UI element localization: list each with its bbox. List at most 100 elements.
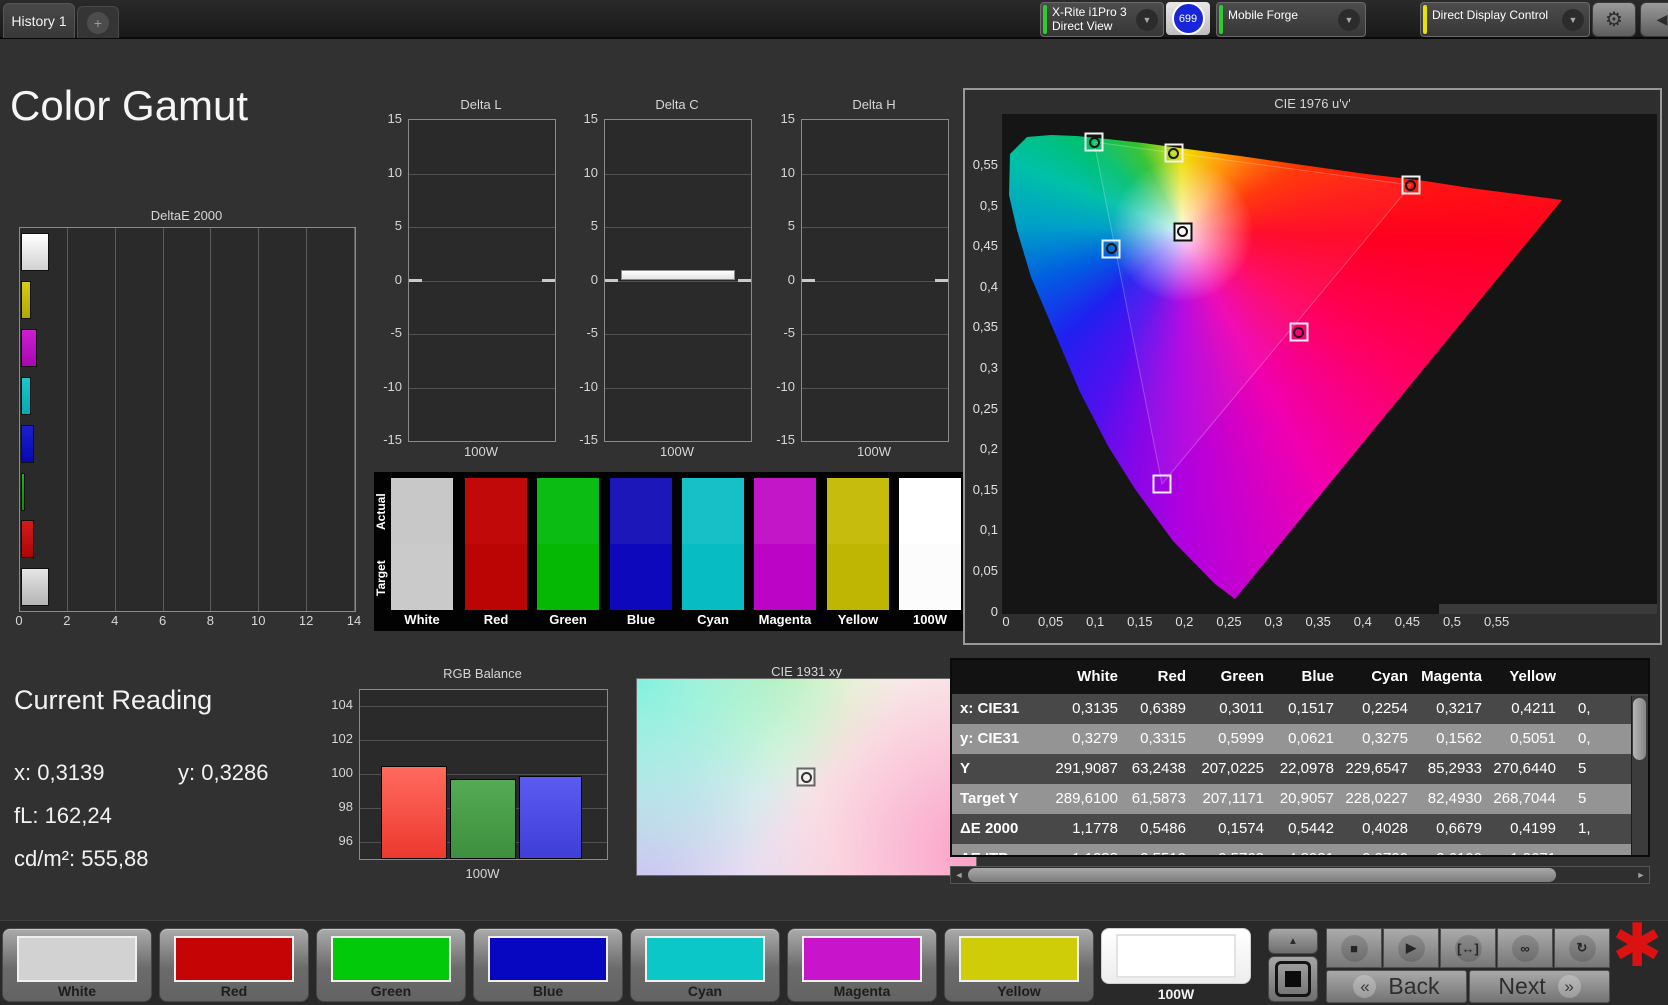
settings-button[interactable]: ⚙: [1592, 2, 1636, 37]
table-header-row: White Red Green Blue Cyan Magenta Yellow: [952, 660, 1648, 694]
delta-y-tick: 0: [787, 271, 795, 287]
patch-swatch: [17, 936, 137, 982]
reading-count-panel[interactable]: 699: [1166, 2, 1210, 35]
cie1931-reading-marker: [796, 767, 816, 787]
delta-y-tick: 10: [780, 164, 795, 180]
swatch-target: [537, 544, 599, 610]
loop-button[interactable]: ∞: [1497, 928, 1553, 968]
cie1976-x-tick: 0,45: [1394, 614, 1421, 629]
swatch-actual: [754, 478, 816, 544]
meter-mode: Direct View: [1052, 19, 1113, 33]
deltae-x-tick: 2: [63, 613, 71, 628]
table-cell: 0,6679: [1436, 820, 1482, 837]
delta-c-bar: [621, 270, 735, 280]
workflow-status-bar: [1219, 5, 1223, 34]
swatch-red: [465, 478, 527, 610]
reading-x-value: x: 0,3139: [14, 760, 105, 785]
display-control-dropdown[interactable]: Direct Display Control ▼: [1420, 2, 1590, 37]
patch-button-yellow[interactable]: Yellow: [944, 928, 1094, 1002]
patch-label: Red: [220, 983, 248, 999]
patch-button-cyan[interactable]: Cyan: [630, 928, 780, 1002]
patch-label: Yellow: [997, 983, 1041, 999]
stop-icon: ■: [1340, 934, 1368, 962]
delta-y-tick: 15: [583, 111, 598, 126]
column-header: Yellow: [1509, 668, 1556, 685]
delta-y-tick: -5: [586, 325, 598, 340]
table-row: Target Y 289,6100 61,5873 207,1171 20,9057 22…: [952, 784, 1648, 814]
meter-dropdown[interactable]: X-Rite i1Pro 3 Direct View ▼: [1040, 2, 1164, 37]
deltae-x-tick: 8: [206, 613, 215, 628]
delta-y-tick: 10: [387, 164, 402, 180]
patch-button-green[interactable]: Green: [316, 928, 466, 1002]
cie1976-x-tick: 0,3: [1264, 614, 1283, 629]
table-cell: 4,8921: [1274, 844, 1344, 855]
cie1976-y-tick: 0,25: [972, 400, 998, 416]
table-vertical-scrollbar[interactable]: [1631, 696, 1648, 855]
patch-list-up-button[interactable]: ▲: [1268, 928, 1318, 954]
patch-button-blue[interactable]: Blue: [473, 928, 623, 1002]
reading-count-badge: 699: [1171, 2, 1205, 35]
chevron-down-icon: ▼: [1338, 8, 1360, 31]
back-button[interactable]: « Back: [1326, 970, 1467, 1003]
table-horizontal-scrollbar[interactable]: ◄ ►: [950, 866, 1650, 884]
swatch-actual: [899, 478, 961, 544]
swatch-blue: [610, 478, 672, 610]
table-cell: 63,2438: [1131, 760, 1186, 777]
table-cell: 85,2933: [1427, 760, 1482, 777]
collapse-panel-button[interactable]: ◀: [1640, 2, 1668, 37]
scrollbar-thumb[interactable]: [968, 868, 1556, 882]
add-tab-button[interactable]: +: [77, 6, 119, 38]
delta-y-tick: -10: [579, 378, 598, 394]
row-label: y: CIE31: [960, 730, 1020, 747]
delta-chart-delta-h: [801, 119, 949, 442]
cie1976-y-tick: 0,35: [972, 319, 998, 335]
table-cell: 0,1517: [1288, 700, 1334, 717]
step-button[interactable]: [↔]: [1440, 928, 1496, 968]
patch-window-button[interactable]: [1268, 956, 1318, 1002]
delta-y-tick: -5: [390, 325, 402, 340]
tab-history-1[interactable]: History 1: [3, 3, 75, 38]
reading-y-value: y: 0,3286: [178, 760, 269, 785]
chevron-down-icon: ▼: [1562, 8, 1584, 31]
target-row-label: Target: [374, 560, 388, 596]
scroll-right-icon[interactable]: ►: [1633, 867, 1649, 883]
reading-cdm2-value: cd/m²: 555,88: [14, 846, 149, 871]
patch-button-100w[interactable]: [1101, 928, 1251, 984]
patch-button-red[interactable]: Red: [159, 928, 309, 1002]
patch-swatch: [1116, 934, 1236, 978]
gamut-coverage-readout: Gamut Coverage: 98,7%: [1439, 604, 1657, 614]
patch-button-magenta[interactable]: Magenta: [787, 928, 937, 1002]
swatch-white: [391, 478, 453, 610]
column-header: Cyan: [1371, 668, 1408, 685]
rgb-y-tick: 96: [338, 833, 353, 848]
delta-x-label: 100W: [857, 444, 891, 459]
rgb-balance-chart: [359, 689, 608, 860]
swatch-label: Cyan: [697, 612, 729, 627]
swatch-actual: [465, 478, 527, 544]
patch-swatch: [174, 936, 294, 982]
table-cell: 1,1238: [1052, 844, 1128, 855]
deltae-bar-yellow: [21, 280, 32, 319]
swatch-label: 100W: [913, 612, 947, 627]
swatch-target: [754, 544, 816, 610]
scrollbar-thumb[interactable]: [1633, 698, 1646, 760]
swatch-target: [899, 544, 961, 610]
table-cell: 0,0621: [1288, 730, 1334, 747]
table-cell: 82,4930: [1427, 790, 1482, 807]
next-button[interactable]: Next »: [1469, 970, 1610, 1003]
stop-button[interactable]: ■: [1326, 928, 1382, 968]
cie1976-y-tick: 0,45: [972, 238, 998, 254]
current-reading-title: Current Reading: [14, 685, 213, 715]
patch-button-white[interactable]: White: [2, 928, 152, 1002]
delta-y-tick: -15: [579, 432, 598, 447]
refresh-button[interactable]: ↻: [1554, 928, 1610, 968]
swatch-label: Green: [549, 612, 587, 627]
swatch-100w: [899, 478, 961, 610]
column-header: Magenta: [1421, 668, 1482, 685]
row-label: [952, 660, 1052, 694]
table-cell: 0,1574: [1218, 820, 1264, 837]
delta-y-tick: -10: [776, 378, 795, 394]
play-button[interactable]: ▶: [1383, 928, 1439, 968]
scroll-left-icon[interactable]: ◄: [951, 867, 967, 883]
workflow-dropdown[interactable]: Mobile Forge ▼: [1216, 2, 1366, 37]
